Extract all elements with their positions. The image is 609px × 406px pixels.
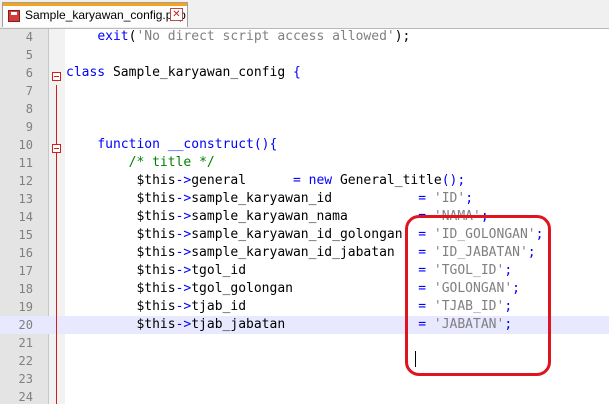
line-number: 4: [25, 30, 33, 44]
line-number: 15: [18, 228, 33, 242]
unsaved-file-icon: [8, 10, 20, 22]
code-token: exit: [97, 29, 129, 44]
line-number: 9: [25, 120, 33, 134]
code-token: ->: [175, 209, 192, 224]
code-token: tjab_id: [191, 299, 419, 314]
code-token: sample_karyawan_id_golongan: [191, 227, 419, 242]
tab-filename: Sample_karyawan_config.php: [25, 8, 186, 22]
code-line[interactable]: 11 /* title */: [0, 154, 609, 172]
line-number: 12: [18, 174, 33, 188]
code-token: __construct: [167, 137, 254, 152]
code-text: $this->sample_karyawan_id = 'ID';: [66, 190, 473, 208]
line-number: 23: [18, 372, 33, 386]
code-token: =: [418, 191, 434, 206]
code-token: $this: [66, 191, 176, 206]
code-line[interactable]: 8: [0, 100, 609, 118]
fold-guide-line: [56, 85, 57, 404]
code-token: function: [97, 137, 160, 152]
code-line[interactable]: 13 $this->sample_karyawan_id = 'ID';: [0, 190, 609, 208]
line-number: 13: [18, 192, 33, 206]
line-number: 14: [18, 210, 33, 224]
code-token: sample_karyawan_id: [191, 191, 419, 206]
code-text: $this->general = new General_title();: [66, 172, 465, 190]
fold-toggle-function-icon[interactable]: [52, 144, 61, 153]
line-number: 10: [18, 138, 33, 152]
line-number: 11: [18, 156, 33, 170]
code-token: ;: [465, 191, 474, 206]
line-number: 22: [18, 354, 33, 368]
line-number: 8: [25, 102, 33, 116]
code-token: 'ID': [433, 191, 466, 206]
code-line[interactable]: 10 function __construct(){: [0, 136, 609, 154]
code-line[interactable]: 5: [0, 46, 609, 64]
highlight-annotation: [405, 215, 551, 376]
code-token: tjab_jabatan: [191, 317, 419, 332]
line-number: 24: [18, 390, 33, 404]
code-token: ->: [175, 173, 192, 188]
code-line[interactable]: 7: [0, 82, 609, 100]
code-token: tgol_golongan: [191, 281, 419, 296]
code-token: ();: [441, 173, 466, 188]
code-token: (){: [253, 137, 278, 152]
line-number: 5: [25, 48, 33, 62]
line-number: 19: [18, 300, 33, 314]
code-line[interactable]: 24: [0, 388, 609, 406]
code-line[interactable]: 6 class Sample_karyawan_config {: [0, 64, 609, 82]
line-number: 20: [18, 318, 33, 332]
code-token: 'No direct script access allowed': [136, 29, 395, 44]
code-token: ->: [175, 299, 192, 314]
code-token: ->: [175, 317, 192, 332]
code-token: ->: [175, 191, 192, 206]
code-text: class Sample_karyawan_config {: [66, 64, 301, 82]
code-text: /* title */: [66, 154, 215, 172]
code-token: General_title: [332, 173, 442, 188]
file-tab[interactable]: Sample_karyawan_config.php ✕: [2, 2, 188, 27]
code-token: /* title */: [128, 155, 215, 170]
line-number: 6: [25, 66, 33, 80]
line-number: 18: [18, 282, 33, 296]
tab-bar: Sample_karyawan_config.php ✕: [0, 0, 609, 29]
line-number: 7: [25, 84, 33, 98]
code-token: $this: [66, 209, 176, 224]
line-number: 17: [18, 264, 33, 278]
code-token: class: [66, 65, 106, 80]
code-token: $this: [66, 245, 176, 260]
code-editor[interactable]: 4 exit('No direct script access allowed'…: [0, 29, 609, 404]
code-token: tgol_id: [191, 263, 419, 278]
code-token: $this: [66, 227, 176, 242]
code-line[interactable]: 9: [0, 118, 609, 136]
code-text: exit('No direct script access allowed');: [66, 28, 410, 46]
code-token: $this: [66, 317, 176, 332]
code-token: );: [394, 29, 411, 44]
fold-toggle-class-icon[interactable]: [52, 72, 61, 81]
code-token: sample_karyawan_nama: [191, 209, 419, 224]
code-line[interactable]: 12 $this->general = new General_title();: [0, 172, 609, 190]
code-token: general: [191, 173, 293, 188]
code-text: function __construct(){: [66, 136, 277, 154]
code-token: {: [292, 65, 301, 80]
code-token: =: [292, 173, 309, 188]
code-token: $this: [66, 299, 176, 314]
code-token: new: [308, 173, 333, 188]
code-token: $this: [66, 263, 176, 278]
code-token: Sample_karyawan_config: [105, 65, 293, 80]
close-tab-icon[interactable]: ✕: [170, 8, 183, 21]
code-token: sample_karyawan_id_jabatan: [191, 245, 419, 260]
code-token: $this: [66, 173, 176, 188]
code-token: ->: [175, 263, 192, 278]
code-token: $this: [66, 281, 176, 296]
code-token: ->: [175, 245, 192, 260]
code-token: ->: [175, 281, 192, 296]
code-line[interactable]: 4 exit('No direct script access allowed'…: [0, 28, 609, 46]
code-token: ->: [175, 227, 192, 242]
line-number: 16: [18, 246, 33, 260]
line-number: 21: [18, 336, 33, 350]
active-tab-indicator: [3, 3, 187, 6]
